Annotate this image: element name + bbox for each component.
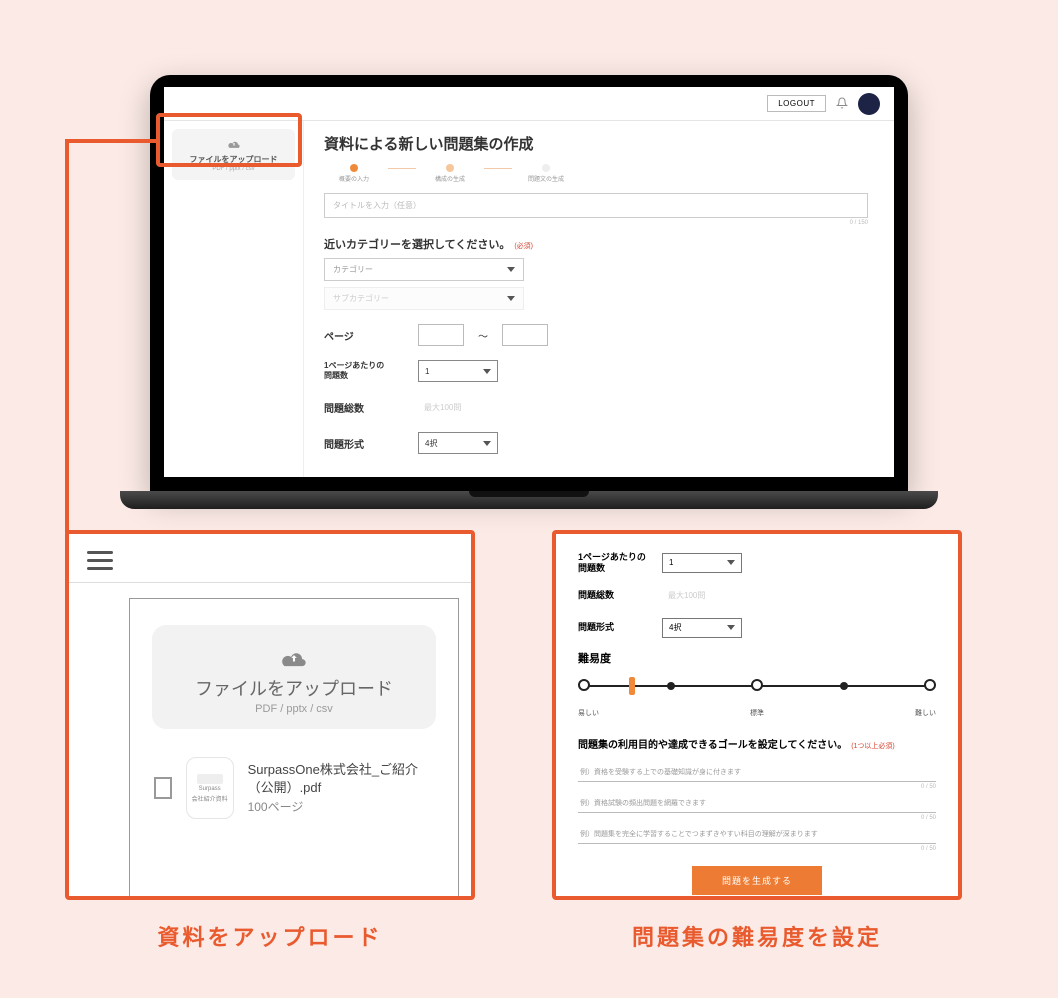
caption-difficulty: 問題集の難易度を設定 [552,920,962,952]
file-list-item: Surpass 会社紹介資料 SurpassOne株式会社_ご紹介（公開）.pd… [152,757,436,819]
panel-difficulty: 1ページあたりの 問題数 1 問題総数 最大100問 問題形式 4択 難易度 易… [552,530,962,900]
title-char-counter: 0 / 150 [324,220,868,226]
upload-card-big-subtitle: PDF / pptx / csv [162,703,426,715]
cloud-upload-icon [280,647,308,669]
page-range-sep: 〜 [478,328,488,343]
avatar[interactable] [858,93,880,115]
pr-format-select[interactable]: 4択 [662,618,742,638]
category-select[interactable]: カテゴリー [324,258,524,281]
upload-card-subtitle: PDF / pptx / csv [178,166,289,172]
cloud-upload-icon [178,139,289,152]
upload-card-big[interactable]: ファイルをアップロード PDF / pptx / csv [152,625,436,729]
stepper: 概要の入力 構成の生成 問題文の生成 [324,164,868,183]
total-count-display: 最大100問 [418,396,498,418]
step-3: 問題文の生成 [516,164,576,183]
main-content: 資料による新しい問題集の作成 概要の入力 構成の生成 問題文の生成 タイトルを入… [304,121,894,477]
chevron-down-icon [727,560,735,565]
difficulty-scale-labels: 易しい 標準 難しい [578,708,936,718]
page-title: 資料による新しい問題集の作成 [324,133,868,154]
laptop-mockup: LOGOUT ファイルをアップロード PDF / pptx / csv [150,75,908,509]
per-page-label: 1ページあたりの 問題数 [324,361,404,380]
difficulty-label: 難易度 [578,650,936,666]
file-name: SurpassOne株式会社_ご紹介（公開）.pdf [248,761,434,796]
pr-format-label: 問題形式 [578,622,648,633]
upload-card-big-title: ファイルをアップロード [162,675,426,701]
generate-button[interactable]: 問題を生成する [692,866,822,895]
page-range-label: ページ [324,328,404,343]
goal-heading: 問題集の利用目的や達成できるゴールを設定してください。(1つ以上必須) [578,736,936,751]
topbar: LOGOUT [164,87,894,121]
chevron-down-icon [507,296,515,301]
step-2: 構成の生成 [420,164,480,183]
file-page-count: 100ページ [248,798,434,815]
total-count-label: 問題総数 [324,400,404,415]
pr-total-label: 問題総数 [578,590,648,601]
caption-upload: 資料をアップロード [65,920,475,952]
connector-line-h [65,139,160,143]
sidebar: ファイルをアップロード PDF / pptx / csv [164,121,304,477]
panel-upload-zoom: ファイルをアップロード PDF / pptx / csv Surpass 会社紹… [65,530,475,900]
hamburger-icon[interactable] [87,546,113,575]
bell-icon[interactable] [836,96,848,112]
subcategory-select[interactable]: サブカテゴリー [324,287,524,310]
goal-input-1[interactable]: 例）資格を受験する上での基礎知識が身に付きます 0 / 50 [578,761,936,782]
difficulty-slider[interactable] [584,676,930,704]
laptop-base [120,491,938,509]
upload-card-small[interactable]: ファイルをアップロード PDF / pptx / csv [172,129,295,180]
format-select[interactable]: 4択 [418,432,498,454]
file-checkbox[interactable] [154,777,172,799]
pr-total-display: 最大100問 [662,586,742,606]
goal-input-3[interactable]: 例）問題集を完全に学習することでつまずきやすい科目の理解が深まります 0 / 5… [578,823,936,844]
page-to-input[interactable] [502,324,548,346]
pr-per-page-label: 1ページあたりの 問題数 [578,552,648,574]
logout-button[interactable]: LOGOUT [767,95,826,112]
pr-per-page-select[interactable]: 1 [662,553,742,573]
page-from-input[interactable] [418,324,464,346]
upload-card-title: ファイルをアップロード [178,154,289,165]
category-heading: 近いカテゴリーを選択してください。(必須) [324,236,868,252]
format-label: 問題形式 [324,436,404,451]
chevron-down-icon [507,267,515,272]
app-screen: LOGOUT ファイルをアップロード PDF / pptx / csv [164,87,894,477]
step-1: 概要の入力 [324,164,384,183]
chevron-down-icon [483,369,491,374]
chevron-down-icon [727,625,735,630]
title-input[interactable]: タイトルを入力（任意） [324,193,868,218]
goal-input-2[interactable]: 例）資格試験の頻出問題を網羅できます 0 / 50 [578,792,936,813]
chevron-down-icon [483,441,491,446]
file-thumbnail: Surpass 会社紹介資料 [186,757,234,819]
connector-line-v [65,139,69,533]
per-page-select[interactable]: 1 [418,360,498,382]
